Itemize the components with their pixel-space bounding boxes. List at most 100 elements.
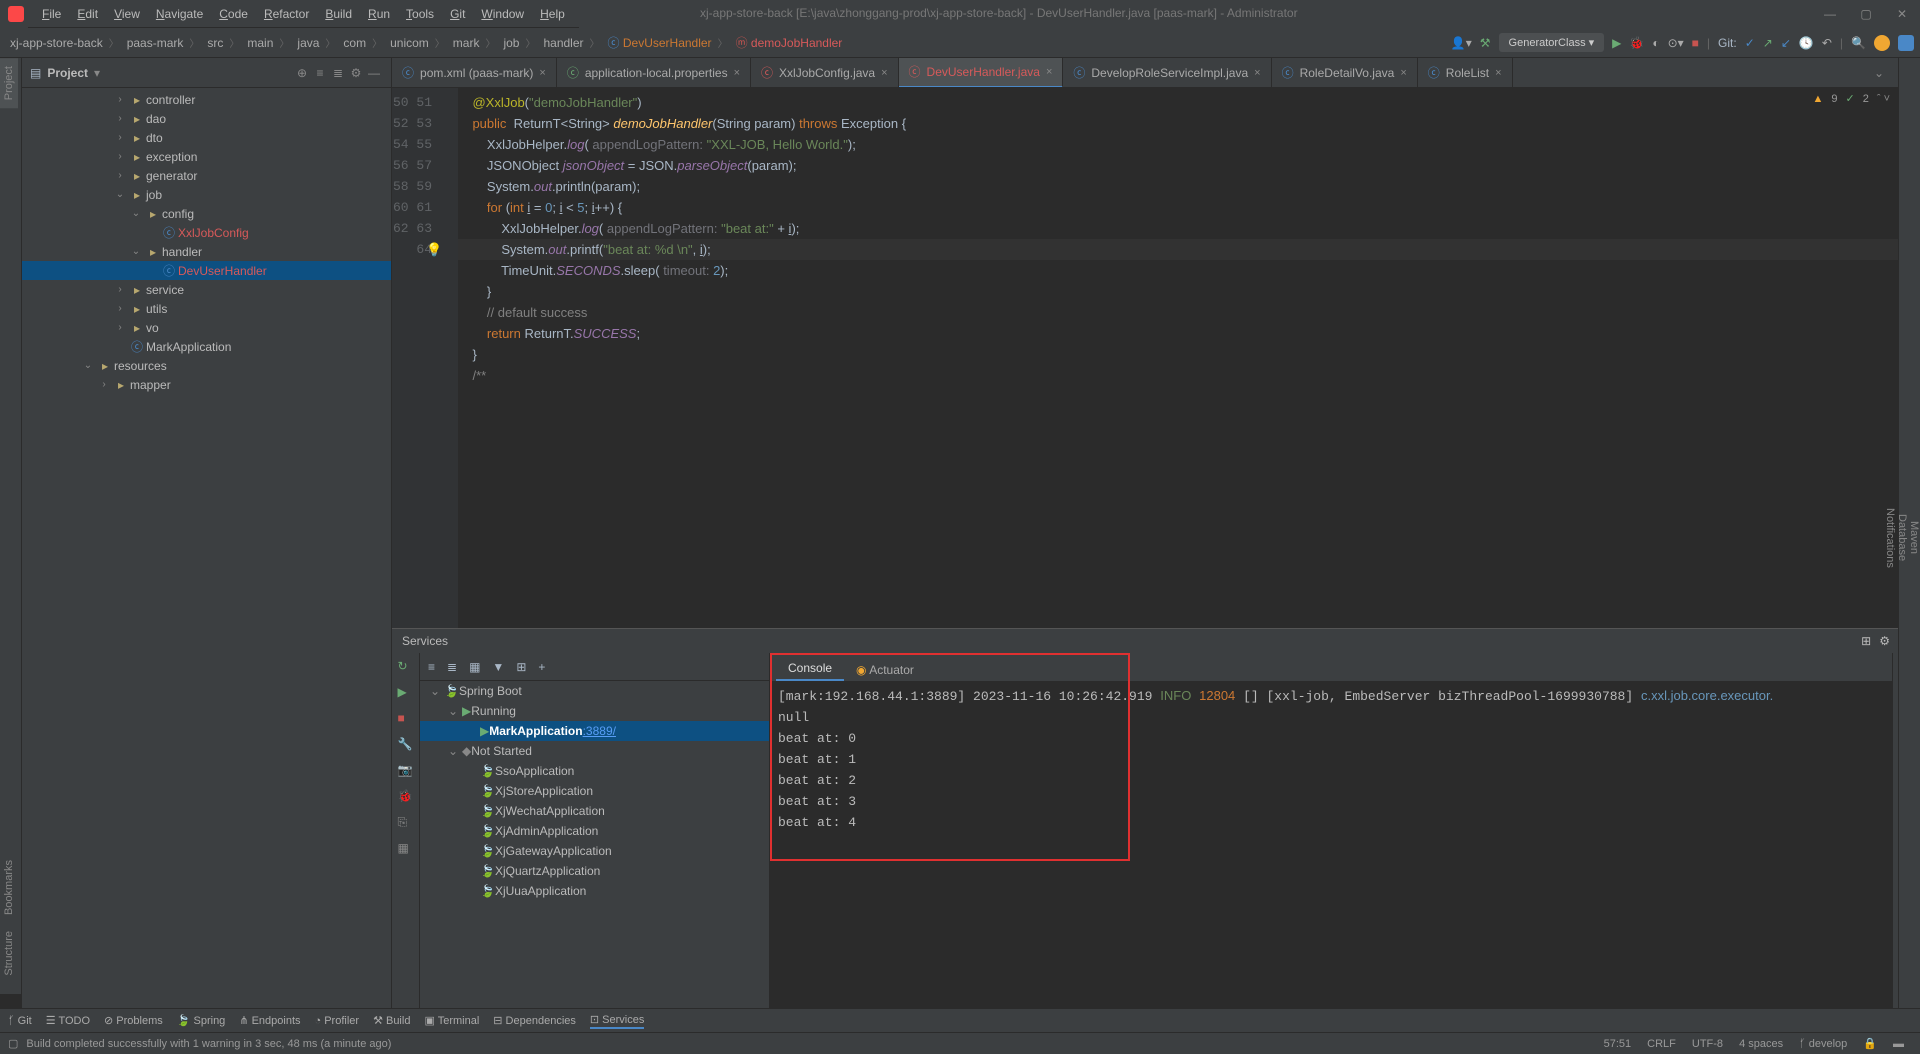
editor-tab[interactable]: ⓒDevUserHandler.java× — [899, 58, 1064, 88]
menu-run[interactable]: Run — [360, 7, 398, 21]
code-editor[interactable]: @XxlJob("demoJobHandler") public ReturnT… — [458, 88, 1920, 628]
bottom-tab-problems[interactable]: ⊘ Problems — [104, 1014, 163, 1027]
memory-icon[interactable]: ▬ — [1885, 1038, 1912, 1050]
editor-tab[interactable]: ⓒRoleDetailVo.java× — [1272, 58, 1418, 88]
tree-item[interactable]: ›▸generator — [22, 166, 391, 185]
service-item[interactable]: 🍃 SsoApplication — [420, 761, 769, 781]
close-tab-icon[interactable]: × — [734, 67, 740, 79]
tree-item[interactable]: ›▸dao — [22, 109, 391, 128]
tree-item[interactable]: ⓒXxlJobConfig — [22, 223, 391, 242]
bottom-tab-todo[interactable]: ☰ TODO — [46, 1014, 90, 1027]
menu-git[interactable]: Git — [442, 7, 473, 21]
breadcrumb-4[interactable]: java — [293, 36, 339, 50]
close-tab-icon[interactable]: × — [881, 67, 887, 79]
collapse-icon[interactable]: ≣ — [329, 66, 347, 80]
filter-icon[interactable]: ▼ — [492, 660, 504, 674]
tree-item[interactable]: ›▸dto — [22, 128, 391, 147]
project-view-icon[interactable]: ▤ — [30, 66, 41, 80]
project-tree[interactable]: ›▸controller›▸dao›▸dto›▸exception›▸gener… — [22, 88, 391, 1008]
minimize-icon[interactable]: — — [1812, 0, 1848, 28]
bug-icon[interactable]: 🐞 — [398, 789, 414, 805]
notifications-tool-tab[interactable]: Notifications — [1884, 80, 1896, 996]
menu-code[interactable]: Code — [211, 7, 256, 21]
actuator-tab[interactable]: ◉ Actuator — [844, 659, 926, 681]
locate-icon[interactable]: ⊕ — [293, 66, 311, 80]
profile-icon[interactable]: ⊙▾ — [1668, 36, 1684, 50]
close-tab-icon[interactable]: × — [1400, 67, 1406, 79]
menu-view[interactable]: View — [106, 7, 148, 21]
maximize-icon[interactable]: ▢ — [1848, 0, 1884, 28]
git-push-icon[interactable]: ↙ — [1781, 36, 1791, 50]
breadcrumb-6[interactable]: unicom — [386, 36, 449, 50]
project-tool-tab[interactable]: Project — [0, 58, 18, 108]
lock-icon[interactable]: 🔒 — [1855, 1037, 1885, 1050]
stop-icon[interactable]: ■ — [398, 711, 414, 727]
run-icon[interactable]: ▶ — [398, 685, 414, 701]
line-separator[interactable]: CRLF — [1639, 1038, 1684, 1050]
git-history-icon[interactable]: 🕓 — [1799, 36, 1814, 50]
encoding[interactable]: UTF-8 — [1684, 1038, 1731, 1050]
git-branch[interactable]: ᚶ develop — [1791, 1038, 1855, 1050]
tool-window-icon[interactable]: ▢ — [8, 1037, 18, 1050]
service-item[interactable]: ⌄🍃 Spring Boot — [420, 681, 769, 701]
service-item[interactable]: ⌄◆ Not Started — [420, 741, 769, 761]
indent[interactable]: 4 spaces — [1731, 1038, 1791, 1050]
service-item[interactable]: 🍃 XjGatewayApplication — [420, 841, 769, 861]
breadcrumb-3[interactable]: main — [243, 36, 293, 50]
menu-refactor[interactable]: Refactor — [256, 7, 317, 21]
rerun-icon[interactable]: ↻ — [398, 659, 414, 675]
close-tab-icon[interactable]: × — [539, 67, 545, 79]
caret-position[interactable]: 57:51 — [1596, 1038, 1640, 1050]
services-layout-icon[interactable]: ⊞ — [1861, 634, 1871, 648]
layout-icon[interactable]: ▦ — [398, 841, 414, 857]
service-item[interactable]: 🍃 XjStoreApplication — [420, 781, 769, 801]
close-tab-icon[interactable]: × — [1495, 67, 1501, 79]
wrench-icon[interactable]: 🔧 — [398, 737, 414, 753]
service-item[interactable]: 🍃 XjWechatApplication — [420, 801, 769, 821]
structure-tool-tab[interactable]: Structure — [0, 923, 18, 984]
breadcrumb-1[interactable]: paas-mark — [123, 36, 204, 50]
tree-item[interactable]: ›▸exception — [22, 147, 391, 166]
bottom-tab-git[interactable]: ᚶ Git — [8, 1015, 32, 1027]
menubar[interactable]: FileEditViewNavigateCodeRefactorBuildRun… — [28, 0, 579, 28]
editor-tabs[interactable]: ⓒpom.xml (paas-mark)×ⓒapplication-local.… — [392, 58, 1920, 88]
bottom-tab-endpoints[interactable]: ⋔ Endpoints — [239, 1014, 300, 1027]
menu-tools[interactable]: Tools — [398, 7, 442, 21]
stop-icon[interactable]: ■ — [1692, 36, 1699, 50]
bottom-tab-spring[interactable]: 🍃 Spring — [177, 1014, 226, 1027]
bottom-tab-profiler[interactable]: ◔ Profiler — [315, 1015, 360, 1027]
hide-icon[interactable]: — — [365, 66, 383, 80]
breadcrumb-0[interactable]: xj-app-store-back — [6, 36, 123, 50]
tree-item[interactable]: ›▸controller — [22, 90, 391, 109]
console-output[interactable]: [mark:192.168.44.1:3889] 2023-11-16 10:2… — [770, 681, 1892, 1008]
bookmarks-tool-tab[interactable]: Bookmarks — [0, 852, 18, 923]
close-tab-icon[interactable]: × — [1046, 66, 1052, 78]
service-item[interactable]: ⌄▶ Running — [420, 701, 769, 721]
hammer-icon[interactable]: ⚒ — [1480, 36, 1491, 50]
expand-all-icon[interactable]: ≡ — [428, 660, 435, 674]
close-tab-icon[interactable]: × — [1254, 67, 1260, 79]
avatar-icon[interactable] — [1874, 35, 1890, 51]
service-item[interactable]: 🍃 XjAdminApplication — [420, 821, 769, 841]
editor-tab[interactable]: ⓒXxlJobConfig.java× — [751, 58, 899, 88]
bottom-tool-stripe[interactable]: ᚶ Git ☰ TODO ⊘ Problems 🍃 Spring ⋔ Endpoints… — [0, 1008, 1920, 1032]
tree-item[interactable]: ›▸vo — [22, 318, 391, 337]
run-config-dropdown[interactable]: GeneratorClass ▾ — [1499, 33, 1605, 52]
console-tab[interactable]: Console — [776, 657, 844, 681]
user-icon[interactable]: 👤▾ — [1451, 36, 1472, 50]
service-item[interactable]: ▶ MarkApplication :3889/ — [420, 721, 769, 741]
exit-icon[interactable]: ⎘ — [398, 815, 414, 831]
tree-item[interactable]: ⌄▸job — [22, 185, 391, 204]
tree-item[interactable]: ⌄▸resources — [22, 356, 391, 375]
breadcrumb-9[interactable]: handler — [539, 36, 603, 50]
menu-file[interactable]: File — [34, 7, 69, 21]
menu-window[interactable]: Window — [473, 7, 532, 21]
group-icon[interactable]: ⊞ — [516, 660, 526, 674]
tree-item[interactable]: ⌄▸handler — [22, 242, 391, 261]
editor-tab[interactable]: ⓒapplication-local.properties× — [557, 58, 751, 88]
menu-help[interactable]: Help — [532, 7, 573, 21]
tree-item[interactable]: ⓒMarkApplication — [22, 337, 391, 356]
bottom-tab-terminal[interactable]: ▣ Terminal — [424, 1014, 479, 1027]
run-icon[interactable]: ▶ — [1612, 36, 1621, 50]
menu-edit[interactable]: Edit — [69, 7, 106, 21]
